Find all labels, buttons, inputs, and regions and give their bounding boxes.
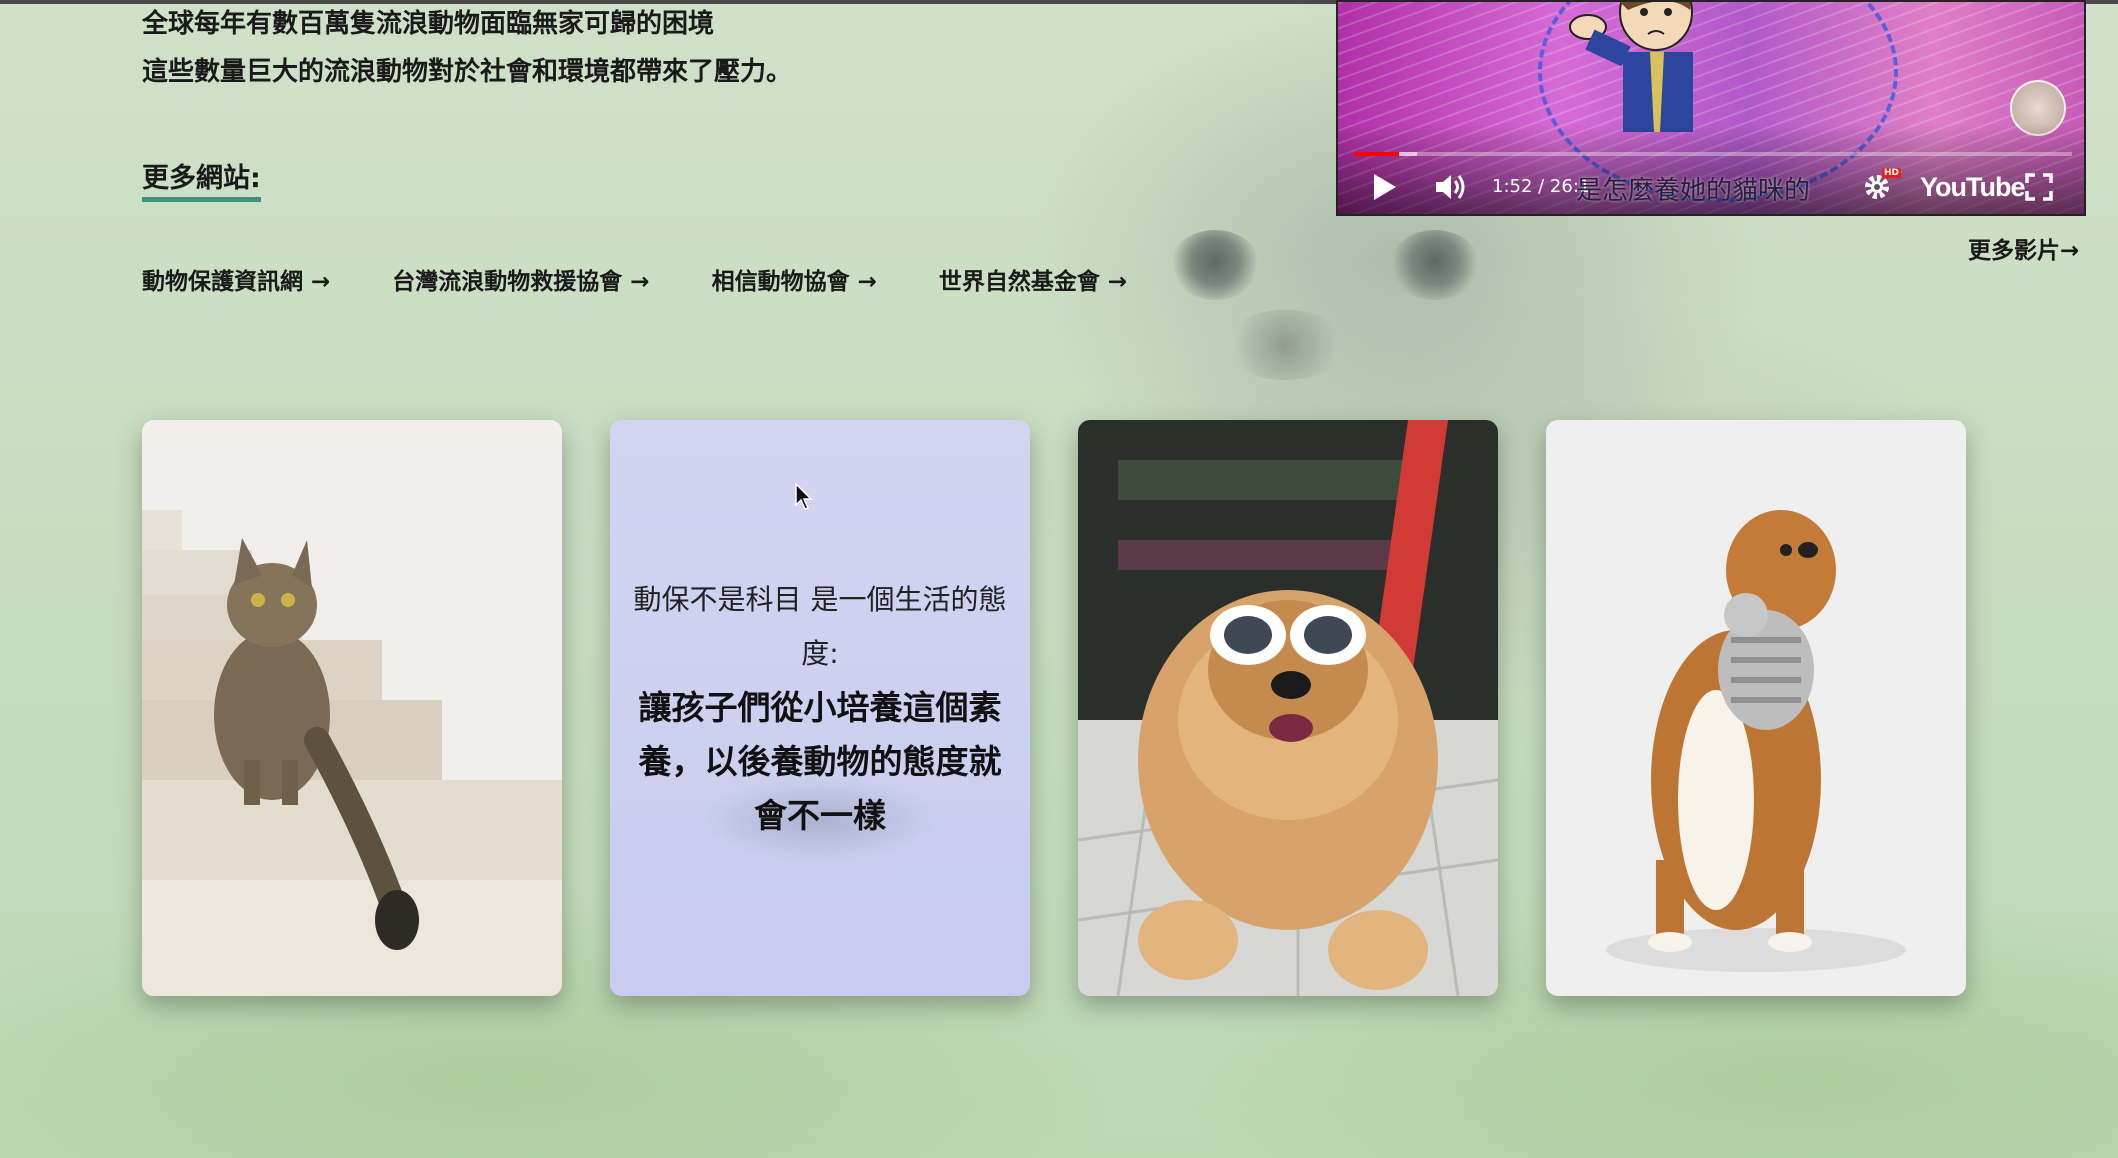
fullscreen-icon[interactable] [2024, 172, 2054, 202]
card-dog-toy-image[interactable] [1546, 420, 1966, 996]
dog-sunglasses-photo [1078, 420, 1498, 996]
link-believe-animal-assoc[interactable]: 相信動物協會 → [712, 262, 877, 296]
video-caption: 是怎麼養她的貓咪的 [1576, 176, 1811, 206]
link-taiwan-stray-rescue[interactable]: 台灣流浪動物救援協會 → [392, 262, 649, 296]
card-dog-sunglasses-image[interactable] [1078, 420, 1498, 996]
quote-line-1: 動保不是科目 是一個生活的態度: [633, 583, 1007, 670]
intro-line-1: 全球每年有數百萬隻流浪動物面臨無家可歸的困境 [142, 9, 715, 39]
cartoon-character [1569, 2, 1693, 132]
link-animal-protection-info[interactable]: 動物保護資訊網 → [142, 262, 330, 296]
more-sites-heading: 更多網站: [142, 156, 261, 202]
quote-line-2: 讓孩子們從小培養這個素養，以後養動物的態度就會不一樣 [638, 688, 1002, 835]
more-videos-link[interactable]: 更多影片→ [1968, 231, 2079, 265]
played-bar [1354, 152, 1400, 156]
link-wwf[interactable]: 世界自然基金會 → [939, 262, 1127, 296]
mouse-cursor-icon [795, 483, 813, 510]
card-quote: 動保不是科目 是一個生活的態度: 讓孩子們從小培養這個素養，以後養動物的態度就會… [610, 420, 1030, 996]
intro-line-2: 這些數量巨大的流浪動物對於社會和環境都帶來了壓力。 [142, 57, 793, 87]
dog-toy-photo [1546, 420, 1966, 996]
youtube-logo[interactable]: YouTube [1920, 172, 2025, 203]
video-controls: 1:52 / 26:1 是怎麼養她的貓咪的 HD YouTube [1338, 162, 2084, 212]
play-icon[interactable] [1372, 172, 1398, 202]
hd-badge: HD [1882, 168, 1902, 178]
buffered-bar [1399, 152, 1417, 156]
video-progress-bar[interactable] [1354, 152, 2072, 156]
volume-icon[interactable] [1434, 172, 1468, 202]
card-cat-image[interactable] [142, 420, 562, 996]
cat-photo [142, 420, 562, 996]
intro-text: 全球每年有數百萬隻流浪動物面臨無家可歸的困境 這些數量巨大的流浪動物對於社會和環… [142, 0, 792, 96]
site-links: 動物保護資訊網 → 台灣流浪動物救援協會 → 相信動物協會 → 世界自然基金會 … [142, 262, 1127, 296]
youtube-video-player[interactable]: 1:52 / 26:1 是怎麼養她的貓咪的 HD YouTube [1336, 0, 2086, 216]
